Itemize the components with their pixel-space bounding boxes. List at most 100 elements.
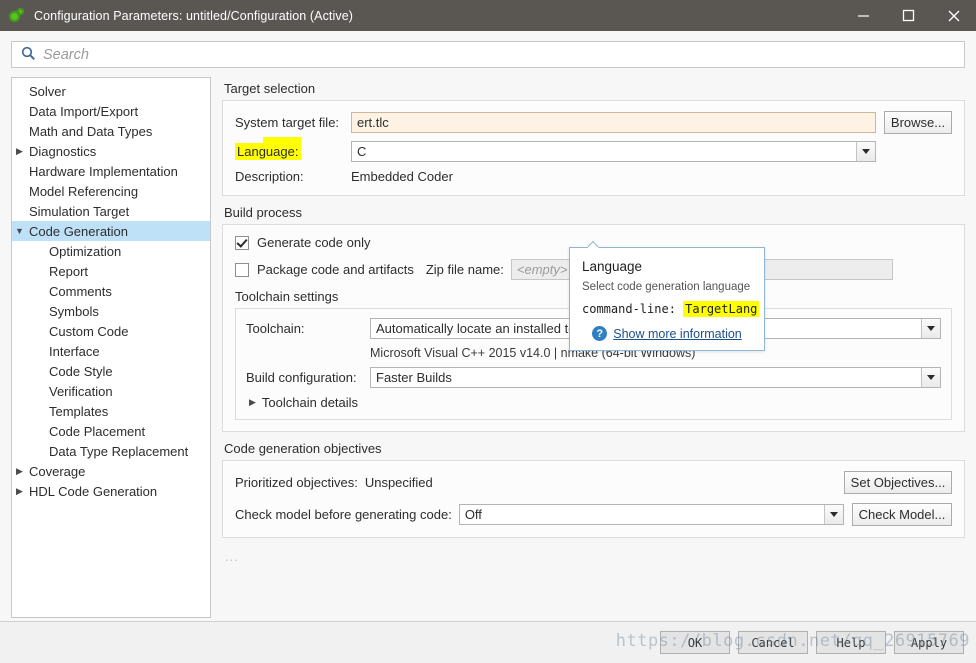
package-code-label: Package code and artifacts bbox=[257, 262, 414, 277]
description-label: Description: bbox=[235, 169, 304, 184]
triangle-right-icon[interactable]: ▶ bbox=[12, 466, 27, 476]
build-configuration-row: Build configuration: Faster Builds bbox=[246, 367, 941, 388]
prioritized-objectives-row: Prioritized objectives: Unspecified Set … bbox=[235, 471, 952, 494]
sidebar-item-diagnostics[interactable]: ▶ Diagnostics bbox=[12, 141, 210, 161]
language-row: Language: C bbox=[235, 141, 952, 162]
sidebar-item-label: Code Placement bbox=[49, 423, 146, 439]
sidebar-item-symbols[interactable]: Symbols bbox=[12, 301, 210, 321]
chevron-down-icon[interactable] bbox=[824, 505, 843, 524]
sidebar-item-math-and-data-types[interactable]: Math and Data Types bbox=[12, 121, 210, 141]
sidebar-item-label: Data Import/Export bbox=[29, 103, 139, 119]
configuration-parameters-window: Configuration Parameters: untitled/Confi… bbox=[0, 0, 976, 663]
sidebar-item-verification[interactable]: Verification bbox=[12, 381, 210, 401]
build-configuration-combobox[interactable]: Faster Builds bbox=[370, 367, 941, 388]
triangle-right-icon[interactable]: ▶ bbox=[12, 486, 27, 496]
language-combobox[interactable]: C bbox=[351, 141, 876, 162]
sidebar-item-hardware-implementation[interactable]: Hardware Implementation bbox=[12, 161, 210, 181]
sidebar-item-label: Interface bbox=[49, 343, 100, 359]
minimize-icon[interactable] bbox=[841, 0, 886, 31]
sidebar-item-data-import-export[interactable]: Data Import/Export bbox=[12, 101, 210, 121]
help-button[interactable]: Help bbox=[816, 631, 886, 654]
sidebar-item-templates[interactable]: Templates bbox=[12, 401, 210, 421]
system-target-file-input[interactable]: ert.tlc bbox=[351, 112, 876, 133]
toolchain-label: Toolchain: bbox=[246, 321, 305, 336]
check-model-label: Check model before generating code: bbox=[235, 507, 452, 522]
sidebar-item-code-generation[interactable]: ▼ Code Generation bbox=[12, 221, 210, 241]
tooltip-command-prefix: command-line: bbox=[582, 302, 676, 316]
package-code-checkbox[interactable] bbox=[235, 262, 249, 277]
sidebar-item-coverage[interactable]: ▶ Coverage bbox=[12, 461, 210, 481]
toolchain-details-label: Toolchain details bbox=[261, 395, 359, 410]
set-objectives-button[interactable]: Set Objectives... bbox=[844, 471, 952, 494]
sidebar-item-solver[interactable]: Solver bbox=[12, 81, 210, 101]
language-label: Language: bbox=[235, 143, 302, 160]
language-tooltip-popup: Language Select code generation language… bbox=[569, 247, 765, 351]
sidebar-item-label: Model Referencing bbox=[29, 183, 139, 199]
cancel-button[interactable]: Cancel bbox=[738, 631, 808, 654]
sidebar-item-simulation-target[interactable]: Simulation Target bbox=[12, 201, 210, 221]
search-icon bbox=[21, 46, 36, 64]
more-settings-ellipsis[interactable]: ... bbox=[225, 549, 965, 564]
maximize-icon[interactable] bbox=[886, 0, 931, 31]
prioritized-objectives-label: Prioritized objectives: bbox=[235, 475, 358, 490]
search-bar[interactable] bbox=[11, 41, 965, 68]
tooltip-description: Select code generation language bbox=[582, 281, 751, 293]
search-input[interactable] bbox=[43, 46, 964, 63]
sidebar-item-interface[interactable]: Interface bbox=[12, 341, 210, 361]
check-model-combobox[interactable]: Off bbox=[458, 504, 844, 525]
sidebar-item-custom-code[interactable]: Custom Code bbox=[12, 321, 210, 341]
description-value: Embedded Coder bbox=[351, 169, 453, 184]
tooltip-beak bbox=[588, 241, 601, 248]
sidebar-item-label: Custom Code bbox=[49, 323, 129, 339]
sidebar-item-label: Symbols bbox=[49, 303, 99, 319]
sidebar-item-label: Hardware Implementation bbox=[29, 163, 178, 179]
sidebar-item-comments[interactable]: Comments bbox=[12, 281, 210, 301]
sidebar-item-label: Optimization bbox=[49, 243, 122, 259]
sidebar-item-data-type-replacement[interactable]: Data Type Replacement bbox=[12, 441, 210, 461]
language-label-wrap: Language: bbox=[235, 143, 351, 160]
prioritized-objectives-value: Unspecified bbox=[364, 475, 433, 490]
triangle-right-icon[interactable]: ▶ bbox=[12, 146, 27, 156]
sidebar-item-label: Comments bbox=[49, 283, 112, 299]
build-process-title: Build process bbox=[224, 205, 303, 220]
sidebar-item-label: Coverage bbox=[29, 463, 86, 479]
sidebar-item-model-referencing[interactable]: Model Referencing bbox=[12, 181, 210, 201]
sidebar-item-hdl-code-generation[interactable]: ▶ HDL Code Generation bbox=[12, 481, 210, 501]
code-gen-objectives-panel: Prioritized objectives: Unspecified Set … bbox=[222, 460, 965, 538]
build-configuration-value: Faster Builds bbox=[376, 370, 452, 385]
description-row: Description: Embedded Coder bbox=[235, 169, 952, 184]
question-mark-icon: ? bbox=[592, 326, 608, 341]
sidebar-item-label: Simulation Target bbox=[29, 203, 130, 219]
sidebar-item-code-style[interactable]: Code Style bbox=[12, 361, 210, 381]
sidebar-item-label: Templates bbox=[49, 403, 109, 419]
window-title: Configuration Parameters: untitled/Confi… bbox=[34, 8, 354, 23]
language-value: C bbox=[357, 144, 367, 159]
tooltip-link-row[interactable]: ? Show more information bbox=[582, 326, 752, 341]
apply-button[interactable]: Apply bbox=[894, 631, 964, 654]
settings-content-pane: Target selection System target file: ert… bbox=[222, 77, 965, 618]
settings-tree[interactable]: Solver Data Import/Export Math and Data Ty… bbox=[11, 77, 211, 618]
zip-file-name-label: Zip file name: bbox=[425, 262, 504, 277]
check-model-row: Check model before generating code: Off … bbox=[235, 503, 952, 526]
sidebar-item-label: Data Type Replacement bbox=[49, 443, 189, 459]
chevron-down-icon[interactable] bbox=[856, 142, 875, 161]
generate-code-only-checkbox[interactable] bbox=[235, 235, 249, 250]
sidebar-item-label: Diagnostics bbox=[29, 143, 97, 159]
target-selection-title: Target selection bbox=[224, 81, 316, 96]
triangle-down-icon[interactable]: ▼ bbox=[12, 226, 27, 236]
close-icon[interactable] bbox=[931, 0, 976, 31]
show-more-information-link[interactable]: Show more information bbox=[613, 327, 742, 341]
target-selection-panel: System target file: ert.tlc Browse... La… bbox=[222, 100, 965, 196]
code-gen-objectives-title: Code generation objectives bbox=[224, 441, 382, 456]
browse-button[interactable]: Browse... bbox=[884, 111, 952, 134]
chevron-down-icon[interactable] bbox=[921, 368, 940, 387]
sidebar-item-label: Code Style bbox=[49, 363, 113, 379]
toolchain-details-disclosure[interactable]: ▶ Toolchain details bbox=[246, 395, 941, 410]
sidebar-item-code-placement[interactable]: Code Placement bbox=[12, 421, 210, 441]
sidebar-item-report[interactable]: Report bbox=[12, 261, 210, 281]
check-model-button[interactable]: Check Model... bbox=[852, 503, 952, 526]
dialog-footer: OK Cancel Help Apply bbox=[0, 621, 976, 663]
sidebar-item-optimization[interactable]: Optimization bbox=[12, 241, 210, 261]
chevron-down-icon[interactable] bbox=[921, 319, 940, 338]
ok-button[interactable]: OK bbox=[660, 631, 730, 654]
